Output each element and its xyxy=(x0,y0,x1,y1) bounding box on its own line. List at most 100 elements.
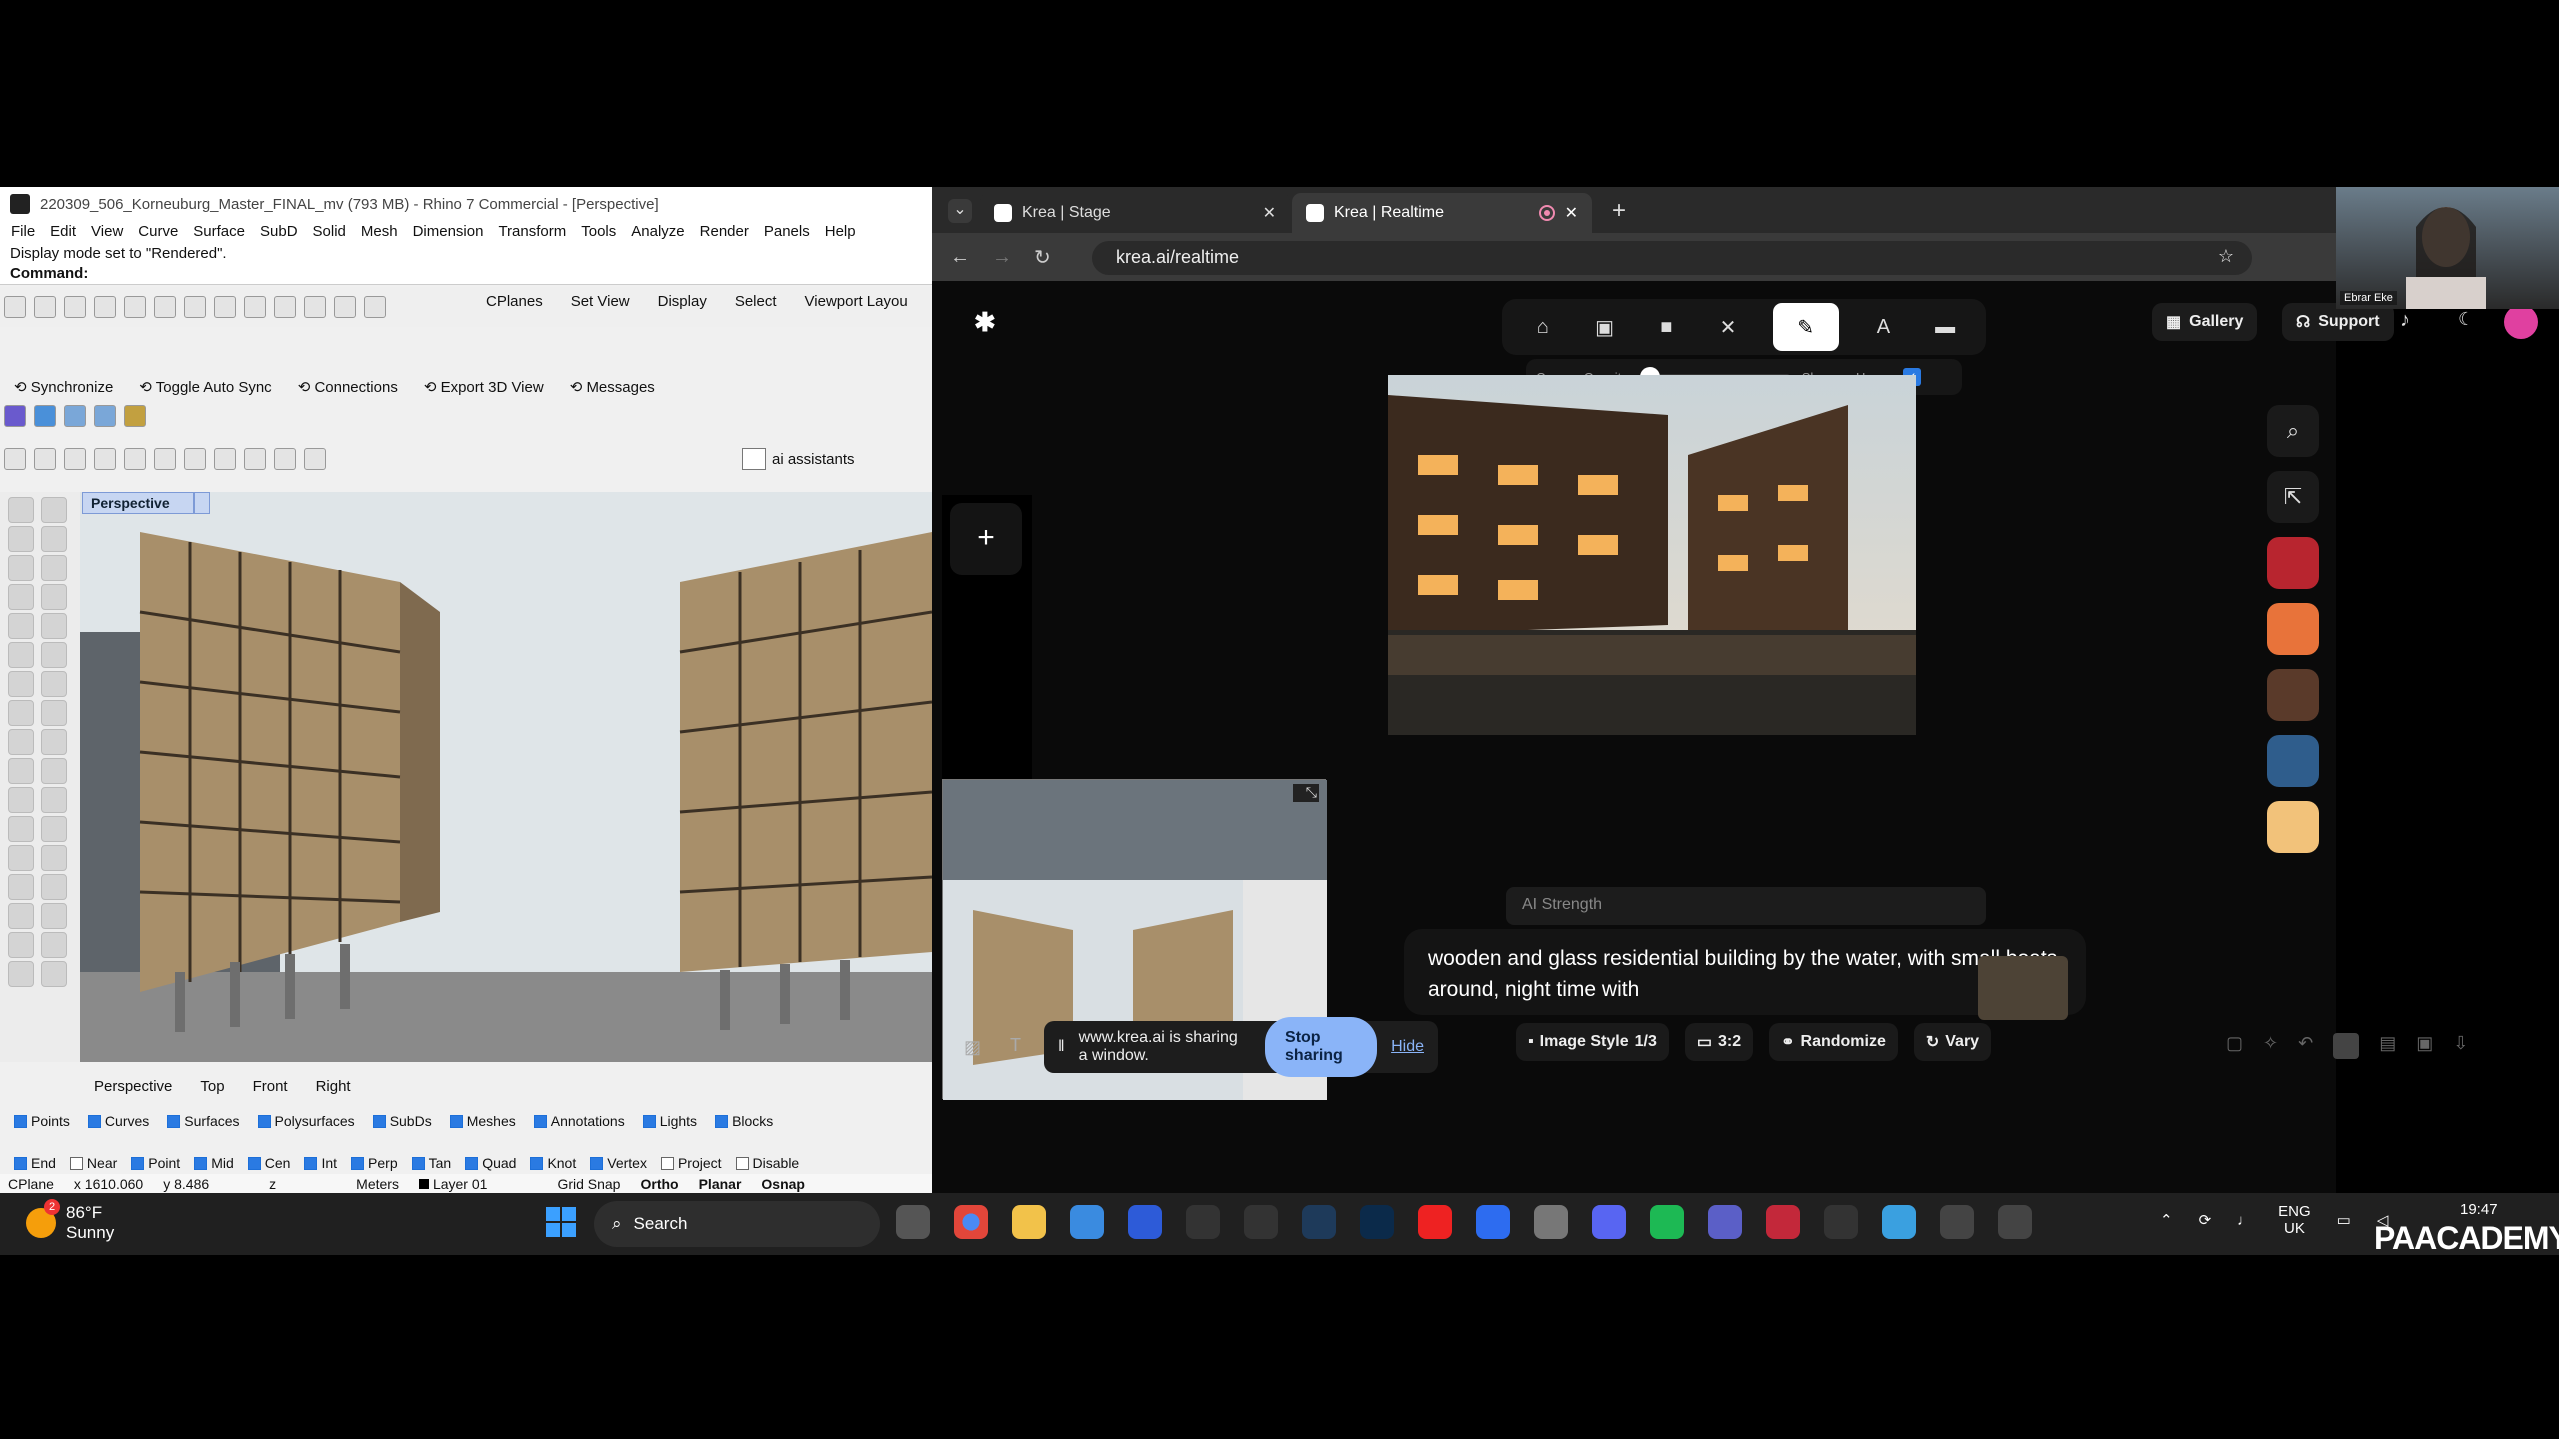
style-preset-2[interactable] xyxy=(2267,603,2319,655)
filter-disable[interactable]: Disable xyxy=(735,1155,799,1171)
filter-curves[interactable]: Curves xyxy=(87,1113,149,1129)
folder-icon[interactable] xyxy=(244,448,266,470)
cut-icon[interactable] xyxy=(154,296,176,318)
weather-widget[interactable]: 86°F Sunny 2 xyxy=(26,1199,114,1243)
tool-icon[interactable] xyxy=(8,671,34,697)
tool-icon[interactable] xyxy=(8,874,34,900)
tool-icon[interactable] xyxy=(41,613,67,639)
photos-icon[interactable] xyxy=(1070,1205,1104,1239)
task-view-icon[interactable] xyxy=(896,1205,930,1239)
tool-icon[interactable] xyxy=(41,816,67,842)
stop-sharing-button[interactable]: Stop sharing xyxy=(1265,1017,1378,1077)
grid-snap-toggle[interactable]: Grid Snap xyxy=(557,1176,620,1192)
screenshot-icon[interactable] xyxy=(94,405,116,427)
command-prompt[interactable]: Command: xyxy=(0,265,932,285)
tool-icon[interactable] xyxy=(41,671,67,697)
home-icon[interactable]: ⌂ xyxy=(1526,310,1560,344)
tool-icon[interactable] xyxy=(41,903,67,929)
menu-item-subd[interactable]: SubD xyxy=(255,221,308,245)
language-indicator[interactable]: ENG UK xyxy=(2278,1203,2311,1237)
print-icon[interactable] xyxy=(94,296,116,318)
filter-quad[interactable]: Quad xyxy=(465,1155,516,1171)
user-icon[interactable] xyxy=(304,448,326,470)
spotify-icon[interactable] xyxy=(1650,1205,1684,1239)
tab-krea-realtime[interactable]: Krea | Realtime ✕ xyxy=(1292,193,1592,233)
file-explorer-icon[interactable] xyxy=(1012,1205,1046,1239)
undo-icon[interactable] xyxy=(244,296,266,318)
filter-perp[interactable]: Perp xyxy=(351,1155,398,1171)
photoshop-icon[interactable] xyxy=(1360,1205,1394,1239)
status-layer[interactable]: Layer 01 xyxy=(418,1176,487,1192)
filter-project[interactable]: Project xyxy=(660,1155,722,1171)
tool-icon[interactable] xyxy=(41,584,67,610)
tab-search-icon[interactable]: ⌄ xyxy=(948,199,972,223)
menu-item-curve[interactable]: Curve xyxy=(133,221,188,245)
ai-strength-slider[interactable]: AI Strength xyxy=(1506,887,1986,925)
menu-item-transform[interactable]: Transform xyxy=(493,221,576,245)
search-icon[interactable]: ⌕ xyxy=(2267,405,2319,457)
plugin-icon[interactable] xyxy=(4,405,26,427)
tool-icon[interactable] xyxy=(41,700,67,726)
menu-item-edit[interactable]: Edit xyxy=(45,221,86,245)
viewport-dropdown-icon[interactable] xyxy=(194,492,210,514)
tool-icon[interactable] xyxy=(8,555,34,581)
folder-icon[interactable]: ▬ xyxy=(1928,310,1962,344)
enhance-icon[interactable]: ✕ xyxy=(1711,310,1745,344)
tool-icon[interactable] xyxy=(41,932,67,958)
filter-vertex[interactable]: Vertex xyxy=(590,1155,647,1171)
tool-icon[interactable] xyxy=(8,729,34,755)
bell-icon[interactable]: ♪ xyxy=(2400,309,2410,332)
close-tab-icon[interactable]: ✕ xyxy=(1263,203,1276,223)
grid-icon[interactable] xyxy=(124,448,146,470)
address-bar[interactable]: krea.ai/realtime ☆ xyxy=(1092,241,2252,275)
bookmark-star-icon[interactable]: ☆ xyxy=(2218,246,2234,267)
aspect-ratio-button[interactable]: ▭ 3:2 xyxy=(1684,1023,1754,1061)
menu-item-solid[interactable]: Solid xyxy=(308,221,356,245)
tool-icon[interactable] xyxy=(8,700,34,726)
osnap-toggle[interactable]: Osnap xyxy=(761,1176,805,1192)
text-tool-icon[interactable]: T xyxy=(1010,1035,1021,1056)
taskbar-search[interactable]: ⌕ Search xyxy=(594,1201,880,1247)
menu-item-analyze[interactable]: Analyze xyxy=(626,221,694,245)
generated-image[interactable] xyxy=(1388,375,1916,735)
hide-link[interactable]: Hide xyxy=(1391,1038,1424,1056)
toolbar-tab[interactable]: Select xyxy=(735,293,777,310)
tool-icon[interactable] xyxy=(8,816,34,842)
opera-icon[interactable] xyxy=(1766,1205,1800,1239)
tool-icon[interactable] xyxy=(41,787,67,813)
tool-icon[interactable] xyxy=(8,497,34,523)
import-icon[interactable] xyxy=(124,296,146,318)
sync-toolbar-button[interactable]: ⟲ Export 3D View xyxy=(424,378,544,396)
perspective-viewport[interactable]: Perspective xyxy=(80,492,932,1062)
app-icon[interactable] xyxy=(1302,1205,1336,1239)
new-tab-icon[interactable]: + xyxy=(1612,197,1626,225)
tool-icon[interactable] xyxy=(8,642,34,668)
vary-button[interactable]: ↻ Vary xyxy=(1913,1023,1992,1061)
filter-lights[interactable]: Lights xyxy=(642,1113,697,1129)
tool-icon[interactable] xyxy=(41,874,67,900)
filter-polysurfaces[interactable]: Polysurfaces xyxy=(257,1113,355,1129)
rhino-7-icon[interactable] xyxy=(1998,1205,2032,1239)
tool-icon[interactable] xyxy=(8,961,34,987)
menu-item-view[interactable]: View xyxy=(86,221,133,245)
zoom-icon[interactable] xyxy=(334,296,356,318)
planar-toggle[interactable]: Planar xyxy=(699,1176,742,1192)
viewport-title[interactable]: Perspective xyxy=(82,492,194,514)
menu-item-help[interactable]: Help xyxy=(820,221,866,245)
style-preset-3[interactable] xyxy=(2267,669,2319,721)
filter-mid[interactable]: Mid xyxy=(194,1155,234,1171)
menu-item-panels[interactable]: Panels xyxy=(759,221,820,245)
sync-icon[interactable]: ⟳ xyxy=(2199,1211,2212,1229)
network-icon[interactable]: ▭ xyxy=(2337,1211,2351,1229)
add-layer-button[interactable]: + xyxy=(950,503,1022,575)
image-upload-icon[interactable]: ▨ xyxy=(964,1037,981,1058)
filter-annotations[interactable]: Annotations xyxy=(533,1113,625,1129)
pan-icon[interactable] xyxy=(274,296,296,318)
toolbar-tab[interactable]: Viewport Layou xyxy=(805,293,908,310)
reload-icon[interactable]: ↻ xyxy=(1034,245,1051,270)
forward-icon[interactable]: → xyxy=(992,246,1012,269)
viewport-tab[interactable]: Perspective xyxy=(94,1078,172,1095)
save-icon[interactable] xyxy=(64,296,86,318)
chrome-icon[interactable] xyxy=(954,1205,988,1239)
style-preset-1[interactable] xyxy=(2267,537,2319,589)
